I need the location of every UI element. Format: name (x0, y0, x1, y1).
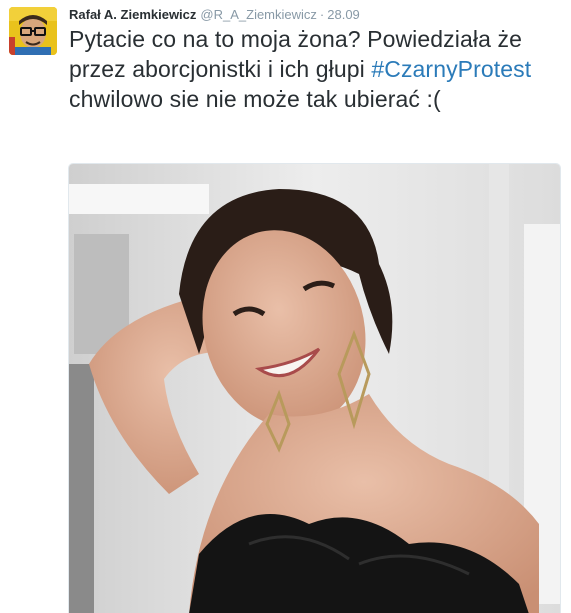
author-name[interactable]: Rafał A. Ziemkiewicz (69, 7, 196, 22)
avatar-image (9, 7, 57, 55)
tweet-text-part2: chwilowo sie nie może tak ubierać :( (69, 86, 441, 112)
separator-dot: · (319, 7, 325, 22)
tweet-header: Rafał A. Ziemkiewicz @R_A_Ziemkiewicz · 28.… (69, 7, 360, 23)
author-handle[interactable]: @R_A_Ziemkiewicz (200, 7, 317, 22)
woman-portrait-photo (69, 164, 560, 613)
tweet-date[interactable]: 28.09 (327, 7, 360, 22)
tweet-photo[interactable] (68, 163, 561, 613)
tweet-text: Pytacie co na to moja żona? Powiedziała … (69, 24, 559, 114)
tweet: Rafał A. Ziemkiewicz @R_A_Ziemkiewicz · 28.… (0, 0, 571, 613)
hashtag-link[interactable]: #CzarnyProtest (371, 56, 531, 82)
author-avatar[interactable] (9, 7, 57, 55)
